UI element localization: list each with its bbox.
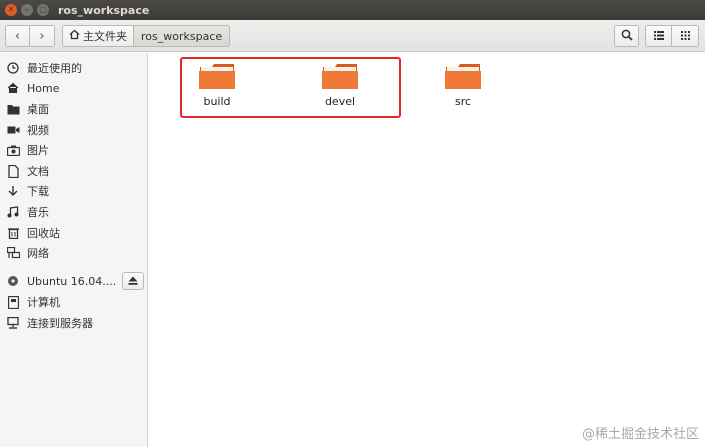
sidebar-item-music[interactable]: 音乐 <box>0 202 147 222</box>
sidebar-item-label: 最近使用的 <box>27 62 82 75</box>
breadcrumb: 主文件夹 ros_workspace <box>62 25 231 47</box>
title-bar: ✕ – □ ros_workspace <box>0 0 705 20</box>
breadcrumb-current[interactable]: ros_workspace <box>134 25 231 47</box>
sidebar-device-label: Ubuntu 16.04.... <box>27 274 117 288</box>
sidebar-item-home[interactable]: Home <box>0 78 147 98</box>
folder-name: src <box>454 95 472 108</box>
chevron-right-icon: › <box>39 28 45 44</box>
computer-icon <box>6 295 20 309</box>
breadcrumb-home[interactable]: 主文件夹 <box>62 25 134 47</box>
download-icon <box>6 184 20 198</box>
sidebar-item-videos[interactable]: 视频 <box>0 120 147 140</box>
folder-icon <box>6 102 20 116</box>
sidebar-device-label: 连接到服务器 <box>27 317 93 330</box>
sidebar-item-label: 音乐 <box>27 206 49 219</box>
sidebar-item-pictures[interactable]: 图片 <box>0 140 147 160</box>
view-switcher <box>645 25 699 47</box>
back-button[interactable]: ‹ <box>5 25 30 47</box>
eject-icon <box>128 275 138 288</box>
list-view-button[interactable] <box>645 25 672 47</box>
home-icon <box>6 81 20 95</box>
sidebar-item-label: Home <box>27 81 60 95</box>
breadcrumb-current-label: ros_workspace <box>141 29 223 43</box>
disc-icon <box>6 274 20 288</box>
sidebar-device-computer[interactable]: 计算机 <box>0 292 147 312</box>
clock-icon <box>6 61 20 75</box>
folder-icon <box>445 63 481 90</box>
nav-buttons: ‹ › <box>5 25 55 47</box>
grid-view-button[interactable] <box>672 25 699 47</box>
server-icon <box>6 316 20 330</box>
network-icon <box>6 246 20 260</box>
sidebar-item-label: 文档 <box>27 165 49 178</box>
sidebar-item-label: 下载 <box>27 185 49 198</box>
sidebar-item-network[interactable]: 网络 <box>0 243 147 263</box>
sidebar-item-label: 回收站 <box>27 227 60 240</box>
trash-icon <box>6 226 20 240</box>
sidebar-connect-server[interactable]: 连接到服务器 <box>0 313 147 333</box>
minimize-window-button[interactable]: – <box>21 4 33 16</box>
sidebar-item-label: 网络 <box>27 247 49 260</box>
sidebar-item-downloads[interactable]: 下载 <box>0 181 147 201</box>
sidebar-item-label: 桌面 <box>27 103 49 116</box>
sidebar: 最近使用的 Home 桌面 视频 图片 文档 下载 音乐 回收站 网络 Ubun… <box>0 53 148 447</box>
window-title: ros_workspace <box>58 3 150 17</box>
chevron-left-icon: ‹ <box>14 28 21 44</box>
grid-view-icon <box>680 30 690 43</box>
document-icon <box>6 164 20 178</box>
sidebar-item-trash[interactable]: 回收站 <box>0 223 147 243</box>
search-button[interactable] <box>614 25 639 47</box>
music-icon <box>6 205 20 219</box>
camera-icon <box>6 143 20 157</box>
sidebar-item-documents[interactable]: 文档 <box>0 161 147 181</box>
maximize-window-button[interactable]: □ <box>37 4 49 16</box>
sidebar-device-label: 计算机 <box>27 296 60 309</box>
watermark: @稀土掘金技术社区 <box>581 427 699 442</box>
toolbar: ‹ › 主文件夹 ros_workspace <box>0 20 705 52</box>
sidebar-item-label: 视频 <box>27 124 49 137</box>
folder-item-src[interactable]: src <box>433 63 493 108</box>
home-icon <box>69 29 80 43</box>
annotation-highlight-box <box>180 57 401 118</box>
close-window-button[interactable]: ✕ <box>5 4 17 16</box>
sidebar-item-desktop[interactable]: 桌面 <box>0 99 147 119</box>
sidebar-item-recent[interactable]: 最近使用的 <box>0 58 147 78</box>
list-view-icon <box>653 30 664 43</box>
sidebar-item-label: 图片 <box>27 144 49 157</box>
eject-button[interactable] <box>122 272 144 290</box>
breadcrumb-home-label: 主文件夹 <box>83 30 127 43</box>
video-icon <box>6 123 20 137</box>
search-icon <box>621 29 633 44</box>
forward-button[interactable]: › <box>30 25 55 47</box>
